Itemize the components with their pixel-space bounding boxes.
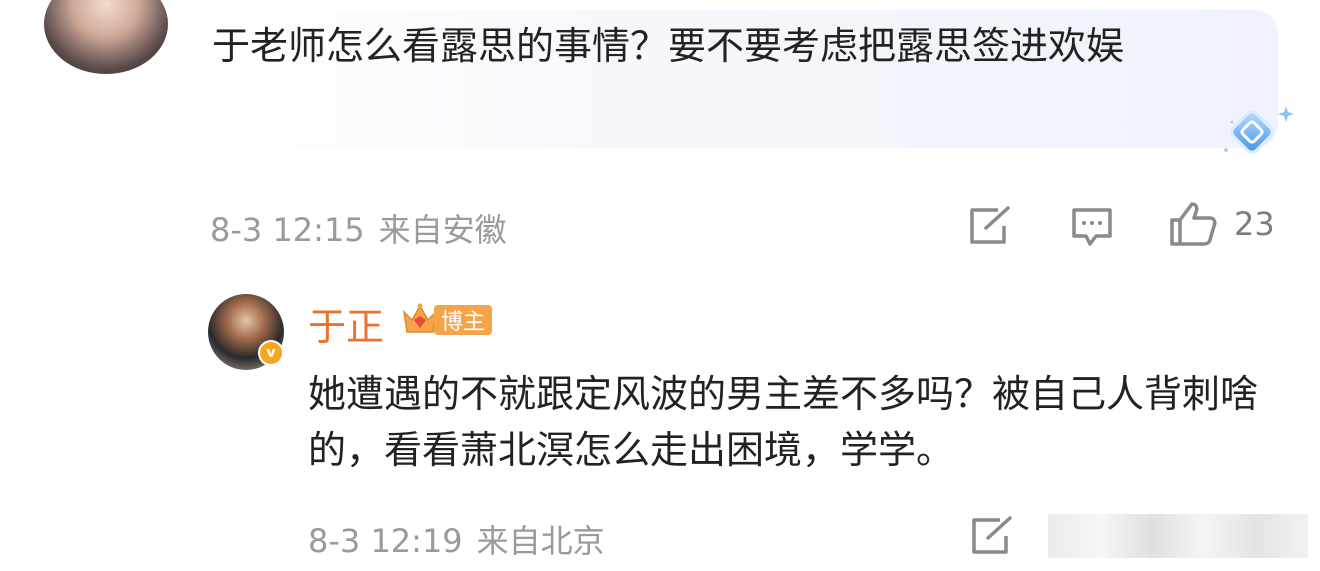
reply-username[interactable]: 于正 [308,296,384,351]
blogger-badge-label: 博主 [434,305,492,335]
comment-time: 8-3 12:15 [210,211,365,249]
like-icon[interactable] [1168,200,1220,248]
reply-text: 她遭遇的不就跟定风波的男主差不多吗？被自己人背刺啥的，看看萧北溟怎么走出困境，学… [308,372,1259,472]
verified-icon: v [258,340,284,366]
reply-meta: 8-3 12:19 来自北京 [308,516,605,562]
reply-location: 来自北京 [476,522,605,560]
comment-text: 于老师怎么看露思的事情？要不要考虑把露思签进欢娱 [212,24,1125,68]
comment-meta: 8-3 12:15 来自安徽 [210,205,507,251]
reply-time: 8-3 12:19 [308,522,463,560]
share-icon[interactable] [970,516,1014,556]
commenter-avatar[interactable] [44,0,168,74]
comment-location: 来自安徽 [378,211,507,249]
blogger-badge: 博主 [400,302,494,338]
like-count: 23 [1234,205,1275,243]
sparkle-icon [1224,106,1294,154]
comment-icon[interactable] [1070,206,1114,248]
blurred-actions [1048,514,1308,558]
share-icon[interactable] [968,206,1012,246]
